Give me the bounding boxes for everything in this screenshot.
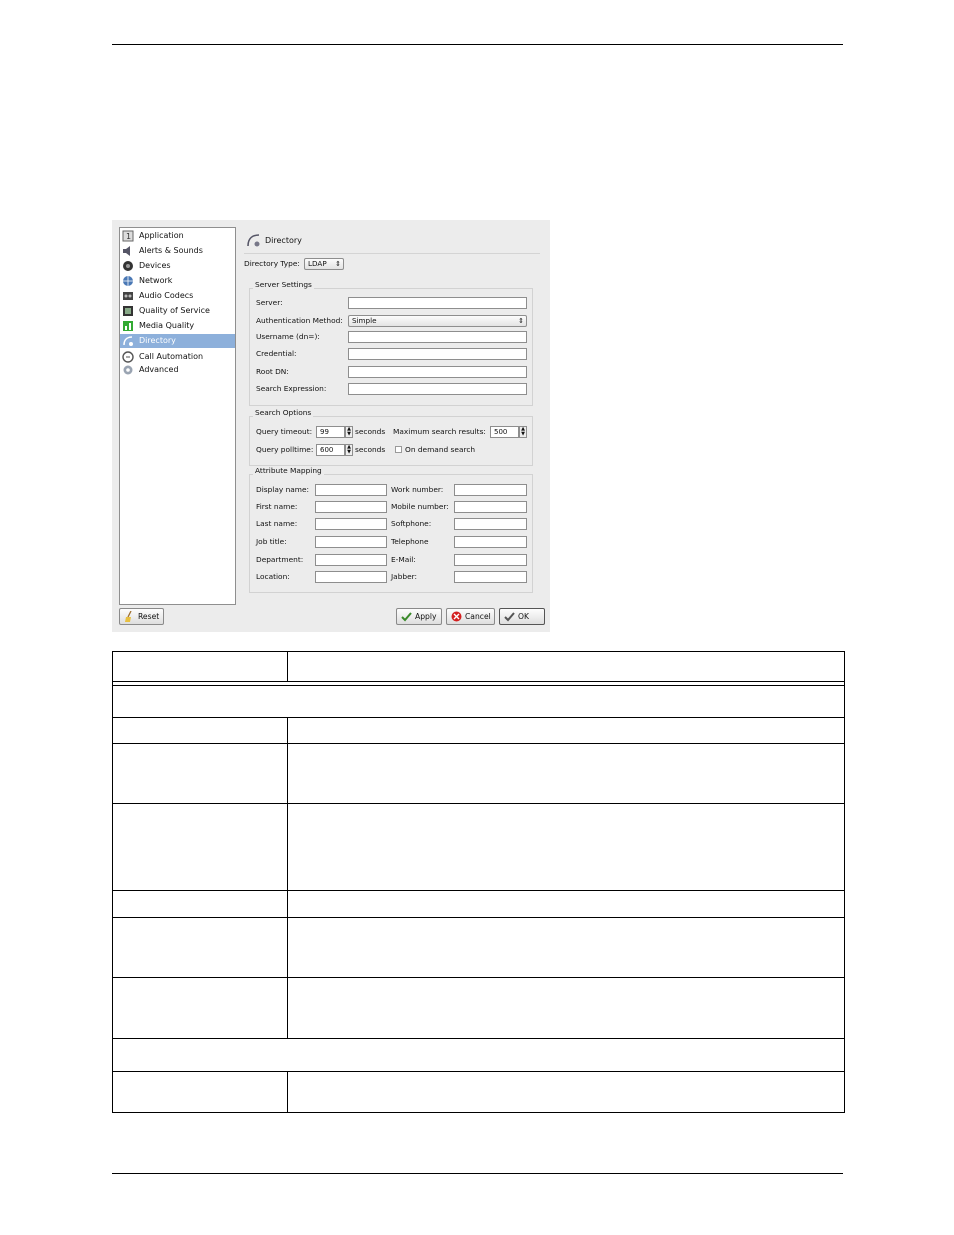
max-results-input[interactable]: 500 — [490, 426, 519, 438]
telephone-input[interactable] — [454, 536, 527, 548]
display-name-input[interactable] — [315, 484, 387, 496]
mobile-number-label: Mobile number: — [391, 502, 449, 511]
root-dn-label: Root DN: — [256, 367, 289, 376]
directory-icon — [123, 336, 133, 346]
gear-icon — [123, 365, 133, 375]
email-input[interactable] — [454, 554, 527, 566]
title-separator — [244, 253, 540, 254]
email-label: E-Mail: — [391, 555, 416, 564]
nav-item-network[interactable]: Network — [120, 274, 235, 288]
job-title-label: Job title: — [256, 537, 287, 546]
nav-item-media-quality[interactable]: Media Quality — [120, 319, 235, 333]
headset-icon — [123, 261, 133, 271]
on-demand-checkbox[interactable] — [395, 446, 402, 453]
username-input[interactable] — [348, 331, 527, 343]
credential-label: Credential: — [256, 349, 297, 358]
svg-text:1: 1 — [126, 232, 131, 241]
server-label: Server: — [256, 298, 283, 307]
nav-item-quality-of-service[interactable]: Quality of Service — [120, 304, 235, 318]
directory-type-label: Directory Type: — [244, 259, 300, 268]
department-input[interactable] — [315, 554, 387, 566]
directory-icon — [247, 234, 260, 247]
query-timeout-spinner[interactable]: ▲ ▼ — [345, 426, 353, 438]
network-icon — [123, 276, 133, 286]
updown-icon: ⇕ — [335, 260, 341, 268]
attribute-mapping-legend: Attribute Mapping — [253, 466, 324, 475]
top-rule — [112, 44, 843, 45]
search-options-legend: Search Options — [253, 408, 314, 417]
updown-icon: ⇕ — [518, 317, 524, 325]
nav-item-call-automation[interactable]: Call Automation — [120, 350, 235, 364]
on-demand-label: On demand search — [405, 445, 476, 454]
last-name-input[interactable] — [315, 518, 387, 530]
query-timeout-input[interactable]: 99 — [316, 426, 345, 438]
softphone-input[interactable] — [454, 518, 527, 530]
username-label: Username (dn=): — [256, 332, 320, 341]
nav-item-directory[interactable]: Directory — [120, 334, 235, 348]
max-results-spinner[interactable]: ▲ ▼ — [519, 426, 527, 438]
softphone-label: Softphone: — [391, 519, 432, 528]
last-name-label: Last name: — [256, 519, 298, 528]
codec-icon — [123, 292, 133, 300]
max-results-label: Maximum search results: — [393, 427, 486, 436]
department-label: Department: — [256, 555, 304, 564]
display-name-label: Display name: — [256, 485, 310, 494]
work-number-label: Work number: — [391, 485, 444, 494]
mobile-number-input[interactable] — [454, 501, 527, 513]
speaker-icon — [123, 246, 130, 256]
server-input[interactable] — [348, 297, 527, 309]
broom-icon — [125, 611, 132, 622]
ok-icon — [504, 612, 515, 622]
directory-type-select[interactable]: LDAP ⇕ — [304, 258, 344, 270]
first-name-label: First name: — [256, 502, 298, 511]
auth-method-label: Authentication Method: — [256, 316, 343, 325]
seconds-label: seconds — [355, 445, 386, 454]
settings-nav: 1 Application Alerts & Sounds Devices Ne… — [119, 227, 236, 605]
search-options-group — [249, 416, 533, 466]
reset-button[interactable]: Reset — [119, 608, 164, 625]
apply-button[interactable]: Apply — [396, 608, 442, 625]
first-name-input[interactable] — [315, 501, 387, 513]
telephone-label: Telephone — [391, 537, 429, 546]
bottom-rule — [112, 1173, 843, 1174]
nav-item-advanced[interactable]: Advanced — [120, 363, 235, 377]
settings-dialog: 1 Application Alerts & Sounds Devices Ne… — [112, 220, 550, 632]
call-automation-icon — [122, 351, 134, 363]
jabber-label: Jabber: — [391, 572, 418, 581]
cancel-button[interactable]: Cancel — [446, 608, 495, 625]
query-polltime-label: Query polltime: — [256, 445, 314, 454]
location-input[interactable] — [315, 571, 387, 583]
qos-icon — [123, 306, 133, 316]
application-icon: 1 — [122, 230, 134, 242]
root-dn-input[interactable] — [348, 366, 527, 378]
cancel-icon — [451, 611, 462, 622]
credential-input[interactable] — [348, 348, 527, 360]
jabber-input[interactable] — [454, 571, 527, 583]
nav-item-devices[interactable]: Devices — [120, 259, 235, 273]
query-polltime-spinner[interactable]: ▲ ▼ — [345, 444, 353, 456]
job-title-input[interactable] — [315, 536, 387, 548]
search-expression-input[interactable] — [348, 383, 527, 395]
search-expression-label: Search Expression: — [256, 384, 327, 393]
auth-method-select[interactable]: Simple ⇕ — [348, 315, 527, 327]
server-settings-legend: Server Settings — [253, 280, 314, 289]
nav-item-audio-codecs[interactable]: Audio Codecs — [120, 289, 235, 303]
checkmark-icon — [401, 612, 412, 622]
ok-button[interactable]: OK — [499, 608, 545, 625]
nav-item-alerts-sounds[interactable]: Alerts & Sounds — [120, 244, 235, 258]
seconds-label: seconds — [355, 427, 386, 436]
nav-item-application[interactable]: 1 Application — [120, 229, 235, 243]
query-polltime-input[interactable]: 600 — [316, 444, 345, 456]
work-number-input[interactable] — [454, 484, 527, 496]
location-label: Location: — [256, 572, 290, 581]
query-timeout-label: Query timeout: — [256, 427, 313, 436]
media-quality-icon — [123, 321, 133, 331]
